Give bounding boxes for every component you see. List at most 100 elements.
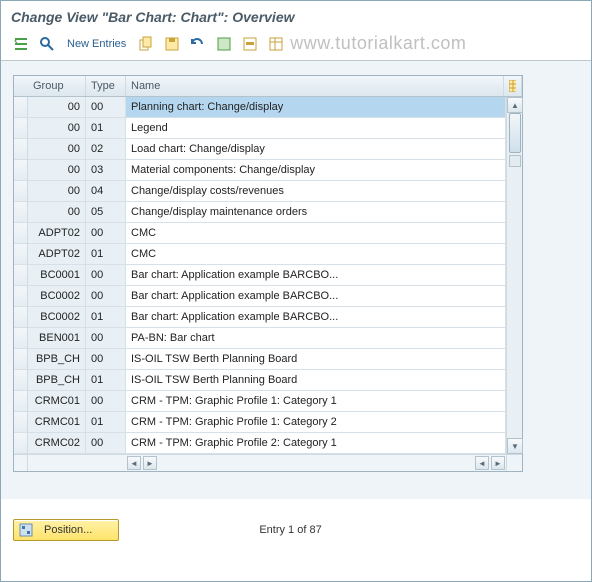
column-type[interactable]: Type: [86, 76, 126, 96]
cell-group: 00: [28, 181, 86, 202]
table-row[interactable]: CRMC0200CRM - TPM: Graphic Profile 2: Ca…: [14, 433, 506, 454]
row-selector[interactable]: [14, 160, 28, 181]
cell-group: ADPT02: [28, 244, 86, 265]
table-row[interactable]: BC000200Bar chart: Application example B…: [14, 286, 506, 307]
deselect-all-icon[interactable]: [240, 34, 260, 54]
cell-type: 04: [86, 181, 126, 202]
cell-type: 01: [86, 370, 126, 391]
cell-type: 00: [86, 391, 126, 412]
position-button[interactable]: Position...: [13, 519, 119, 541]
scroll-up-button[interactable]: ▲: [507, 97, 523, 113]
table-row[interactable]: ADPT0201CMC: [14, 244, 506, 265]
cell-type: 01: [86, 118, 126, 139]
select-all-icon[interactable]: [214, 34, 234, 54]
cell-group: CRMC01: [28, 412, 86, 433]
horizontal-scrollbar[interactable]: ◄ ► ◄ ►: [28, 455, 506, 471]
row-selector[interactable]: [14, 97, 28, 118]
footer: Position... Entry 1 of 87: [1, 499, 591, 561]
table-body: 0000Planning chart: Change/display0001Le…: [14, 97, 506, 454]
cell-group: BC0001: [28, 265, 86, 286]
row-selector[interactable]: [14, 265, 28, 286]
find-icon[interactable]: [37, 34, 57, 54]
cell-group: BEN001: [28, 328, 86, 349]
row-selector[interactable]: [14, 244, 28, 265]
cell-group: BC0002: [28, 307, 86, 328]
hscroll-left-button[interactable]: ◄: [127, 456, 141, 470]
cell-name[interactable]: CMC: [126, 244, 506, 265]
hscroll-right2-button[interactable]: ►: [491, 456, 505, 470]
scroll-marker[interactable]: [509, 155, 521, 167]
hscroll-right-button[interactable]: ►: [143, 456, 157, 470]
row-selector[interactable]: [14, 370, 28, 391]
row-selector[interactable]: [14, 433, 28, 454]
table-row[interactable]: ADPT0200CMC: [14, 223, 506, 244]
cell-name[interactable]: Load chart: Change/display: [126, 139, 506, 160]
cell-type: 01: [86, 307, 126, 328]
row-selector[interactable]: [14, 307, 28, 328]
cell-name[interactable]: CRM - TPM: Graphic Profile 2: Category 1: [126, 433, 506, 454]
cell-group: 00: [28, 97, 86, 118]
table-row[interactable]: 0004Change/display costs/revenues: [14, 181, 506, 202]
cell-name[interactable]: Bar chart: Application example BARCBO...: [126, 307, 506, 328]
row-selector[interactable]: [14, 328, 28, 349]
row-selector[interactable]: [14, 223, 28, 244]
cell-name[interactable]: CRM - TPM: Graphic Profile 1: Category 2: [126, 412, 506, 433]
copy-as-icon[interactable]: [136, 34, 156, 54]
table-row[interactable]: 0002Load chart: Change/display: [14, 139, 506, 160]
cell-name[interactable]: PA-BN: Bar chart: [126, 328, 506, 349]
table-row[interactable]: BPB_CH00IS-OIL TSW Berth Planning Board: [14, 349, 506, 370]
row-selector[interactable]: [14, 391, 28, 412]
table-row[interactable]: 0000Planning chart: Change/display: [14, 97, 506, 118]
cell-name[interactable]: Bar chart: Application example BARCBO...: [126, 286, 506, 307]
content-area: Group Type Name 0000Planning chart: Chan…: [1, 61, 591, 499]
cell-name[interactable]: Material components: Change/display: [126, 160, 506, 181]
table-row[interactable]: BPB_CH01IS-OIL TSW Berth Planning Board: [14, 370, 506, 391]
new-entries-button[interactable]: New Entries: [63, 38, 130, 50]
cell-name[interactable]: Planning chart: Change/display: [126, 97, 506, 118]
row-selector[interactable]: [14, 181, 28, 202]
table-row[interactable]: BEN00100PA-BN: Bar chart: [14, 328, 506, 349]
column-name[interactable]: Name: [126, 76, 504, 96]
table-header: Group Type Name: [14, 76, 522, 97]
table-settings-icon[interactable]: [266, 34, 286, 54]
table-row[interactable]: 0001Legend: [14, 118, 506, 139]
cell-group: CRMC01: [28, 391, 86, 412]
cell-type: 05: [86, 202, 126, 223]
cell-name[interactable]: Change/display maintenance orders: [126, 202, 506, 223]
cell-group: BPB_CH: [28, 349, 86, 370]
cell-name[interactable]: IS-OIL TSW Berth Planning Board: [126, 370, 506, 391]
row-selector[interactable]: [14, 118, 28, 139]
row-selector[interactable]: [14, 349, 28, 370]
table-row[interactable]: BC000100Bar chart: Application example B…: [14, 265, 506, 286]
cell-name[interactable]: Bar chart: Application example BARCBO...: [126, 265, 506, 286]
row-selector[interactable]: [14, 139, 28, 160]
column-group[interactable]: Group: [28, 76, 86, 96]
cell-name[interactable]: Change/display costs/revenues: [126, 181, 506, 202]
cell-name[interactable]: IS-OIL TSW Berth Planning Board: [126, 349, 506, 370]
table-row[interactable]: BC000201Bar chart: Application example B…: [14, 307, 506, 328]
row-selector[interactable]: [14, 202, 28, 223]
scroll-thumb[interactable]: [509, 113, 521, 153]
cell-group: 00: [28, 118, 86, 139]
cell-group: BPB_CH: [28, 370, 86, 391]
table-row[interactable]: CRMC0100CRM - TPM: Graphic Profile 1: Ca…: [14, 391, 506, 412]
hscroll-left2-button[interactable]: ◄: [475, 456, 489, 470]
table-row[interactable]: CRMC0101CRM - TPM: Graphic Profile 1: Ca…: [14, 412, 506, 433]
table-row[interactable]: 0003Material components: Change/display: [14, 160, 506, 181]
expand-all-icon[interactable]: [11, 34, 31, 54]
undo-icon[interactable]: [188, 34, 208, 54]
save-icon[interactable]: [162, 34, 182, 54]
configure-columns-icon[interactable]: [504, 76, 522, 96]
position-label: Position...: [44, 524, 92, 536]
cell-name[interactable]: CRM - TPM: Graphic Profile 1: Category 1: [126, 391, 506, 412]
row-selector[interactable]: [14, 286, 28, 307]
cell-name[interactable]: Legend: [126, 118, 506, 139]
cell-name[interactable]: CMC: [126, 223, 506, 244]
row-selector[interactable]: [14, 412, 28, 433]
table-row[interactable]: 0005Change/display maintenance orders: [14, 202, 506, 223]
scroll-down-button[interactable]: ▼: [507, 438, 523, 454]
cell-group: 00: [28, 202, 86, 223]
cell-type: 00: [86, 286, 126, 307]
vertical-scrollbar[interactable]: ▲ ▼: [506, 97, 522, 454]
cell-type: 02: [86, 139, 126, 160]
